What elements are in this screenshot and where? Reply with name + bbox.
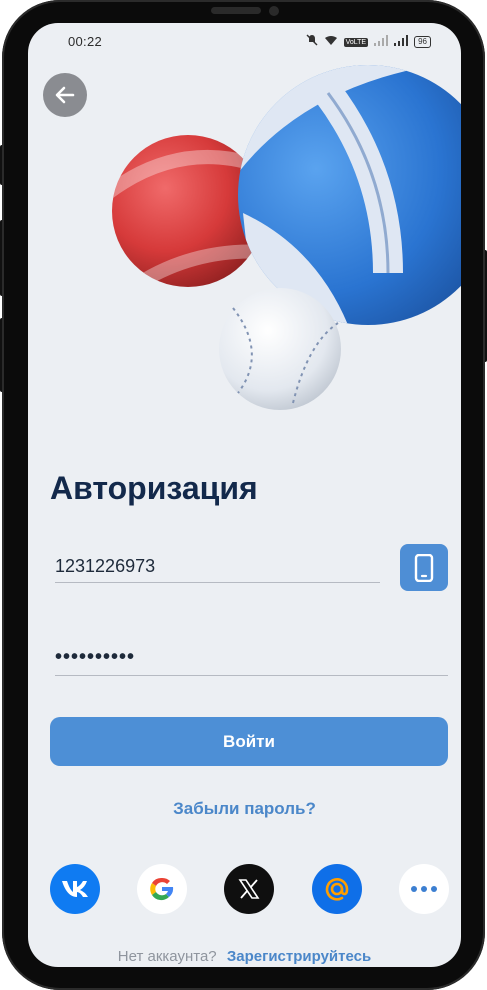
login-button[interactable]: Войти [50,717,448,766]
volte-icon: VoLTE [343,37,369,47]
more-icon [411,886,437,892]
signal-icon [394,33,409,51]
arrow-left-icon [55,86,75,104]
speaker [211,7,261,14]
status-bar: 00:22 VoLTE 96 [28,23,461,59]
status-icons: VoLTE 96 [306,33,431,51]
register-link[interactable]: Зарегистрируйтесь [227,948,371,965]
battery-icon: 96 [414,36,431,48]
x-login-button[interactable] [224,864,274,914]
mail-at-icon [325,878,349,901]
mail-login-button[interactable] [312,864,362,914]
mute-icon [306,33,318,51]
phone-input-underline [55,582,380,583]
vk-icon [62,881,88,897]
phone-input[interactable] [55,550,380,582]
no-account-text: Нет аккаунта? [117,948,217,965]
forgot-password-link[interactable]: Забыли пароль? [28,799,461,819]
back-button[interactable] [43,73,87,117]
x-icon [238,879,260,899]
wifi-icon [324,33,338,51]
sports-balls-illustration [112,65,461,410]
status-time: 00:22 [68,34,103,49]
google-icon [150,877,174,901]
more-login-options-button[interactable] [399,864,449,914]
signal-icon [374,33,389,51]
phone-mode-button[interactable] [400,544,448,591]
smartphone-icon [414,553,434,582]
page-title: Авторизация [50,470,258,506]
front-camera [269,6,279,16]
phone-frame: 00:22 VoLTE 96 Авторизация 1231226973 ••… [2,0,485,990]
password-input-underline [55,675,448,676]
register-prompt: Нет аккаунта? Зарегистрируйтесь [28,948,461,965]
vk-login-button[interactable] [50,864,100,914]
password-input[interactable] [55,641,448,673]
google-login-button[interactable] [137,864,187,914]
app-screen: 00:22 VoLTE 96 Авторизация 1231226973 ••… [28,23,461,967]
